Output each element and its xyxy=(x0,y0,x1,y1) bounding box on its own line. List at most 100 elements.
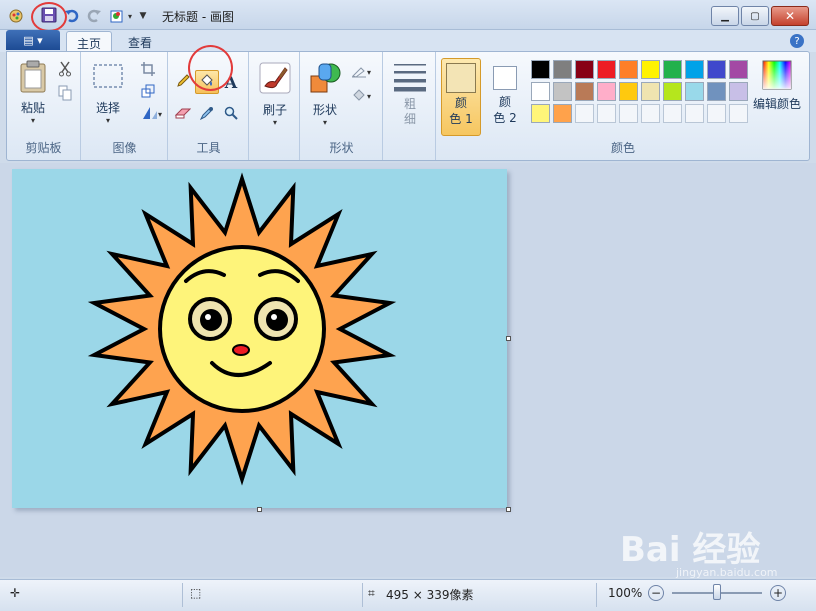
zoom-slider-thumb[interactable] xyxy=(713,584,721,600)
color1-swatch xyxy=(446,63,476,93)
chevron-down-icon: ▾ xyxy=(105,116,110,125)
tab-home[interactable]: 主页 xyxy=(66,31,112,52)
chevron-down-icon: ▾ xyxy=(272,118,277,127)
app-icon[interactable] xyxy=(6,6,26,26)
palette-swatch[interactable] xyxy=(597,82,616,101)
edit-colors-icon xyxy=(749,60,805,93)
right-pupil xyxy=(266,309,288,331)
palette-swatch[interactable] xyxy=(641,60,660,79)
customize-quick-access-button[interactable]: ▼ xyxy=(137,6,149,26)
watermark: Bai 经验 xyxy=(620,530,761,570)
palette-swatch-empty[interactable] xyxy=(729,104,748,123)
shapes-button[interactable]: 形状 ▾ xyxy=(307,62,343,127)
tab-view[interactable]: 查看 xyxy=(118,31,164,52)
group-tools: A 工具 xyxy=(169,45,249,160)
palette-swatch[interactable] xyxy=(575,60,594,79)
brush-icon xyxy=(256,62,294,97)
file-menu-button[interactable]: ▤ ▾ xyxy=(6,30,60,50)
undo-button[interactable] xyxy=(62,6,82,26)
sun-drawing xyxy=(87,172,397,486)
shape-fill-icon xyxy=(351,88,367,105)
palette-swatch-empty[interactable] xyxy=(597,104,616,123)
eraser-button[interactable] xyxy=(173,104,193,124)
palette-swatch-empty[interactable] xyxy=(685,104,704,123)
edit-colors-label: 编辑颜色 xyxy=(752,97,801,111)
size-button[interactable]: 粗 细 xyxy=(390,62,430,127)
cut-icon xyxy=(58,61,72,80)
group-size: 粗 细 xyxy=(384,52,436,160)
palette-swatch[interactable] xyxy=(685,60,704,79)
cut-button[interactable] xyxy=(55,60,75,80)
brushes-button[interactable]: 刷子 ▾ xyxy=(256,62,294,127)
palette-swatch[interactable] xyxy=(619,60,638,79)
palette-swatch[interactable] xyxy=(531,60,550,79)
left-eye-glint xyxy=(205,314,211,320)
palette-swatch-empty[interactable] xyxy=(575,104,594,123)
palette-swatch[interactable] xyxy=(531,104,550,123)
palette-swatch[interactable] xyxy=(597,60,616,79)
select-button[interactable]: 选择 ▾ xyxy=(90,64,126,125)
palette-swatch[interactable] xyxy=(707,60,726,79)
edit-colors-button[interactable]: 编辑颜色 xyxy=(749,60,805,112)
magnifier-button[interactable] xyxy=(221,104,241,124)
palette-swatch[interactable] xyxy=(729,82,748,101)
palette-swatch[interactable] xyxy=(707,82,726,101)
line-width-icon xyxy=(390,62,430,95)
palette-swatch[interactable] xyxy=(641,82,660,101)
canvas-dimensions: 495 × 339像素 xyxy=(386,588,474,602)
shape-fill-button[interactable]: ▾ xyxy=(347,86,375,106)
palette-swatch[interactable] xyxy=(553,82,572,101)
maximize-icon: ▢ xyxy=(750,10,760,22)
color1-label: 颜 色 1 xyxy=(449,96,473,126)
zoom-in-icon: + xyxy=(772,586,784,600)
select-icon xyxy=(90,64,126,91)
palette-swatch[interactable] xyxy=(553,60,572,79)
palette-swatch[interactable] xyxy=(553,104,572,123)
resize-button[interactable] xyxy=(138,82,158,102)
resize-handle-bottom[interactable] xyxy=(257,507,262,512)
palette-swatch-empty[interactable] xyxy=(663,104,682,123)
drawing-canvas[interactable] xyxy=(12,169,507,508)
maximize-button[interactable]: ▢ xyxy=(741,6,769,26)
resize-handle-right[interactable] xyxy=(506,336,511,341)
palette-swatch[interactable] xyxy=(663,60,682,79)
color-picker-button[interactable] xyxy=(197,104,217,124)
palette-swatch[interactable] xyxy=(685,82,704,101)
close-button[interactable]: ✕ xyxy=(771,6,809,26)
minimize-button[interactable]: ▁ xyxy=(711,6,739,26)
menu-icon: ▤ ▾ xyxy=(23,33,43,47)
redo-button[interactable] xyxy=(84,6,104,26)
canvas-size-icon: ⌗ xyxy=(368,586,375,600)
resize-handle-corner[interactable] xyxy=(506,507,511,512)
quick-access-extra-button[interactable]: ▾ xyxy=(107,6,135,26)
help-icon[interactable]: ? xyxy=(790,34,804,48)
palette-swatch[interactable] xyxy=(531,82,550,101)
group-shapes: 形状 ▾ ▾ ▾ 形状 xyxy=(301,52,383,160)
group-image: 选择 ▾ ▾ 图像 xyxy=(82,52,168,160)
nose xyxy=(232,344,250,356)
copy-button[interactable] xyxy=(55,84,75,104)
paste-button[interactable]: 粘贴 ▾ xyxy=(13,60,53,125)
redo-icon xyxy=(86,7,102,26)
zoom-in-button[interactable]: + xyxy=(770,585,786,601)
color1-button[interactable]: 颜 色 1 xyxy=(441,58,481,136)
zoom-out-button[interactable]: − xyxy=(648,585,664,601)
group-brushes: 刷子 ▾ xyxy=(250,52,300,160)
palette-swatch[interactable] xyxy=(729,60,748,79)
select-label: 选择 xyxy=(95,101,120,115)
group-label-colors: 颜色 xyxy=(610,141,635,155)
palette-swatch-empty[interactable] xyxy=(641,104,660,123)
crop-button[interactable] xyxy=(138,60,158,80)
group-label-shapes: 形状 xyxy=(329,141,354,155)
palette-swatch[interactable] xyxy=(663,82,682,101)
palette-swatch-empty[interactable] xyxy=(619,104,638,123)
palette-swatch[interactable] xyxy=(619,82,638,101)
highlight-circle-fill xyxy=(188,45,233,91)
rotate-button[interactable]: ▾ xyxy=(138,104,166,124)
shape-outline-button[interactable]: ▾ xyxy=(347,62,375,82)
pencil-icon xyxy=(176,73,190,91)
rotate-icon xyxy=(142,106,158,123)
color2-button[interactable]: 颜 色 2 xyxy=(485,58,525,136)
palette-swatch[interactable] xyxy=(575,82,594,101)
palette-swatch-empty[interactable] xyxy=(707,104,726,123)
